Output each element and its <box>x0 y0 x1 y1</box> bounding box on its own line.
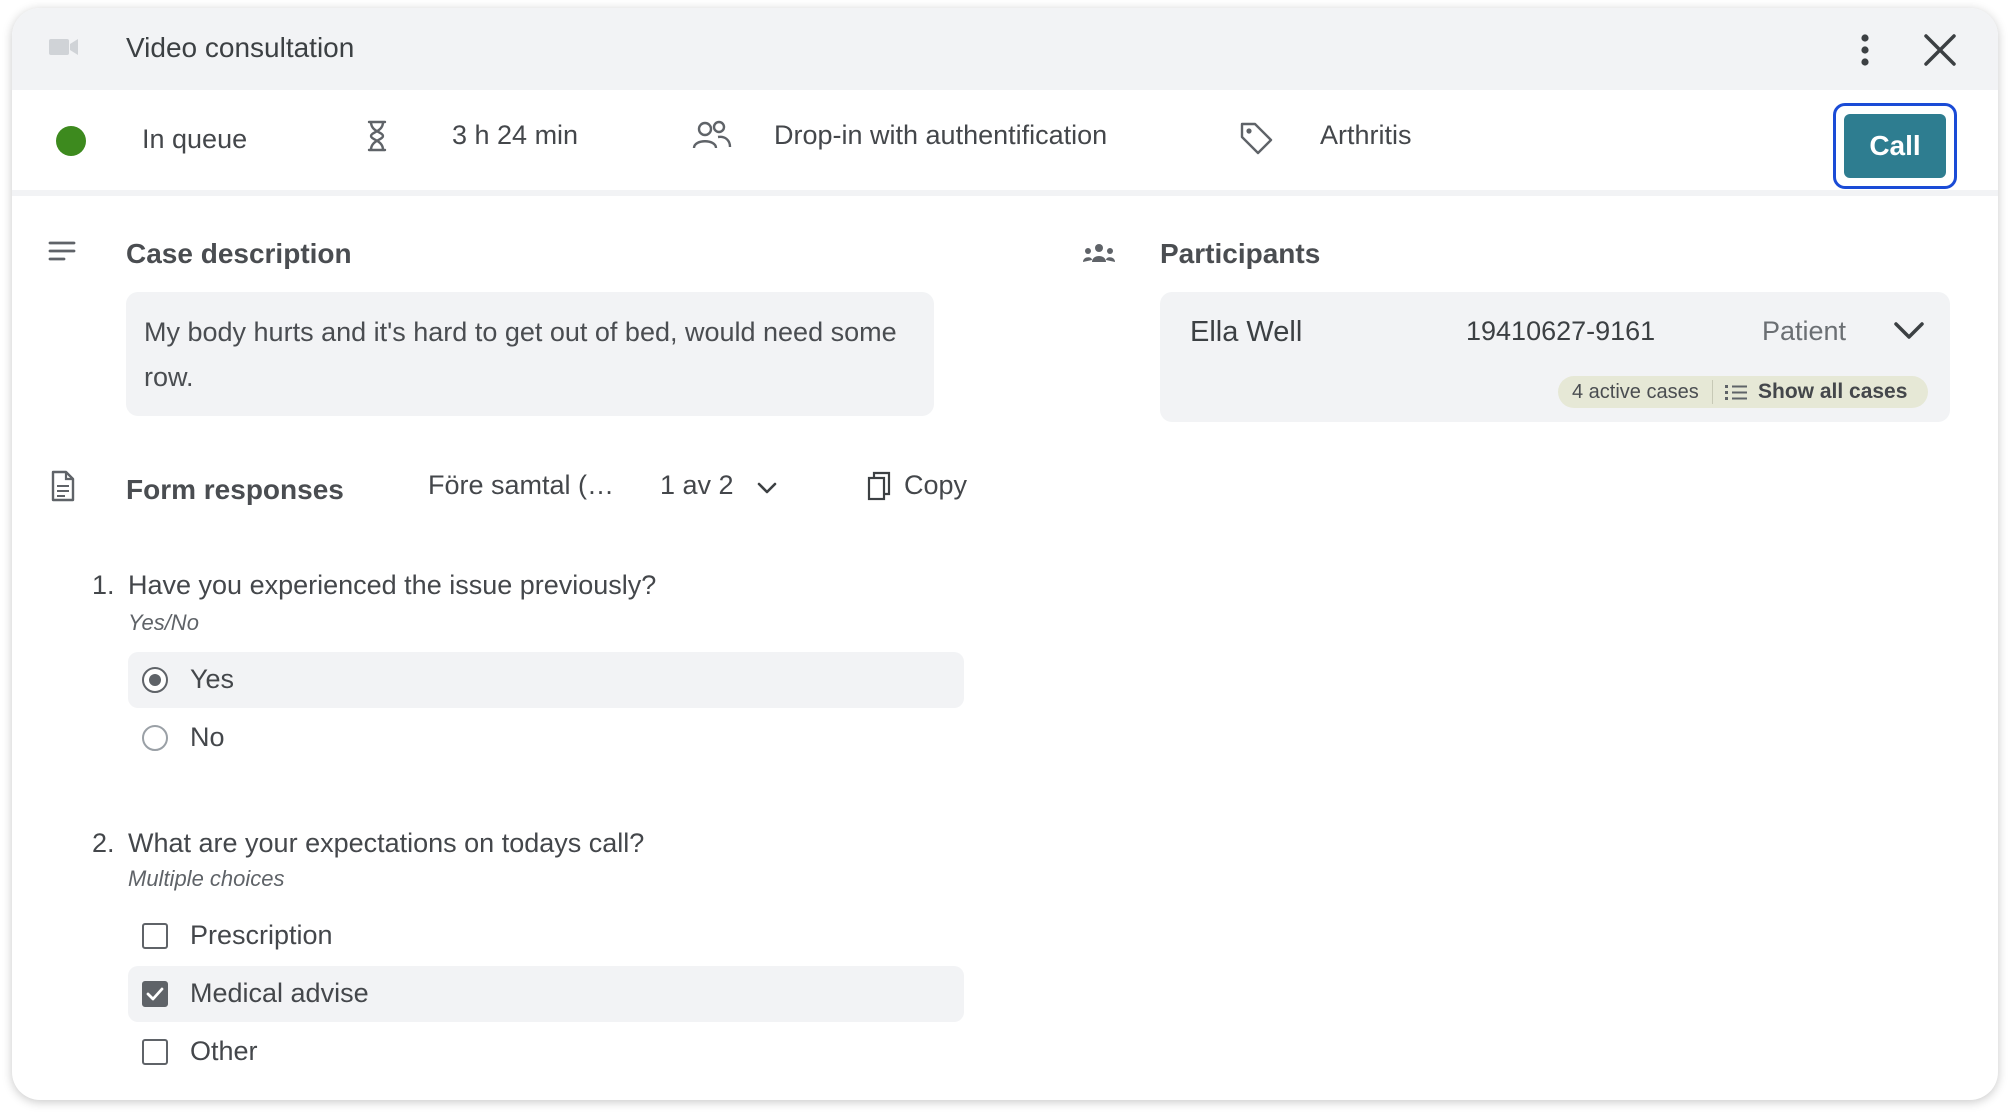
question-text: What are your expectations on todays cal… <box>128 828 645 858</box>
option-label: Other <box>190 1036 258 1066</box>
panel-title: Video consultation <box>126 32 355 63</box>
checkbox-other[interactable] <box>142 1039 168 1065</box>
participants-title: Participants <box>1160 238 1321 269</box>
option-label: Medical advise <box>190 978 369 1008</box>
chevron-down-icon[interactable] <box>756 480 778 501</box>
form-pager-label: 1 av 2 <box>660 470 734 500</box>
participant-id: 19410627-9161 <box>1466 316 1656 346</box>
video-camera-icon <box>48 36 80 63</box>
section-divider <box>12 190 1998 196</box>
checkbox-prescription[interactable] <box>142 923 168 949</box>
copy-button[interactable]: Copy <box>866 468 968 508</box>
question-hint: Yes/No <box>128 610 199 635</box>
participant-name: Ella Well <box>1190 316 1303 348</box>
question-hint: Multiple choices <box>128 866 285 891</box>
form-name[interactable]: Före samtal (… <box>428 470 614 501</box>
chevron-down-icon[interactable] <box>1892 318 1926 347</box>
wait-time: 3 h 24 min <box>452 120 579 150</box>
selected-option-highlight <box>128 652 964 708</box>
status-dot <box>56 126 86 156</box>
queue-type: Drop-in with authentification <box>774 120 1108 150</box>
case-description-title: Case description <box>126 238 352 269</box>
panel-header: Video consultation <box>12 8 1998 90</box>
case-description-text: My body hurts and it's hard to get out o… <box>144 317 897 392</box>
participant-role: Patient <box>1762 316 1847 346</box>
active-cases-count: 4 active cases <box>1572 381 1699 403</box>
question-number: 1. <box>92 570 115 600</box>
close-icon[interactable] <box>1920 30 1960 70</box>
list-icon <box>1724 383 1748 406</box>
hourglass-icon <box>366 120 388 157</box>
more-vertical-icon[interactable] <box>1850 30 1880 70</box>
badge-divider <box>1712 380 1713 404</box>
video-consultation-panel: Video consultation In queue 3 h 24 min D… <box>12 8 1998 1100</box>
call-button-label: Call <box>1844 114 1946 178</box>
copy-icon <box>866 470 892 507</box>
text-lines-icon <box>48 240 76 267</box>
radio-no[interactable] <box>142 725 168 751</box>
question-number: 2. <box>92 828 115 858</box>
tag-icon <box>1238 120 1274 161</box>
option-label: Prescription <box>190 920 333 950</box>
checkbox-medical-advise[interactable] <box>142 981 168 1007</box>
call-button[interactable]: Call <box>1833 103 1957 189</box>
option-label: Yes <box>190 664 235 694</box>
show-all-cases-link[interactable]: Show all cases <box>1758 380 1907 404</box>
document-icon <box>50 470 76 507</box>
participants-icon <box>1082 242 1116 269</box>
checkmark-icon <box>146 987 164 1001</box>
case-tag: Arthritis <box>1320 120 1412 150</box>
status-text: In queue <box>142 124 248 154</box>
form-pager[interactable]: 1 av 2 <box>660 470 734 501</box>
group-icon <box>692 120 732 155</box>
form-responses-title: Form responses <box>126 474 344 505</box>
copy-label: Copy <box>904 470 968 500</box>
radio-yes[interactable] <box>142 667 168 693</box>
option-label: No <box>190 722 225 752</box>
case-description-box: My body hurts and it's hard to get out o… <box>126 292 934 416</box>
question-text: Have you experienced the issue previousl… <box>128 570 657 600</box>
active-cases-badge[interactable]: 4 active cases Show all cases <box>1558 376 1928 408</box>
